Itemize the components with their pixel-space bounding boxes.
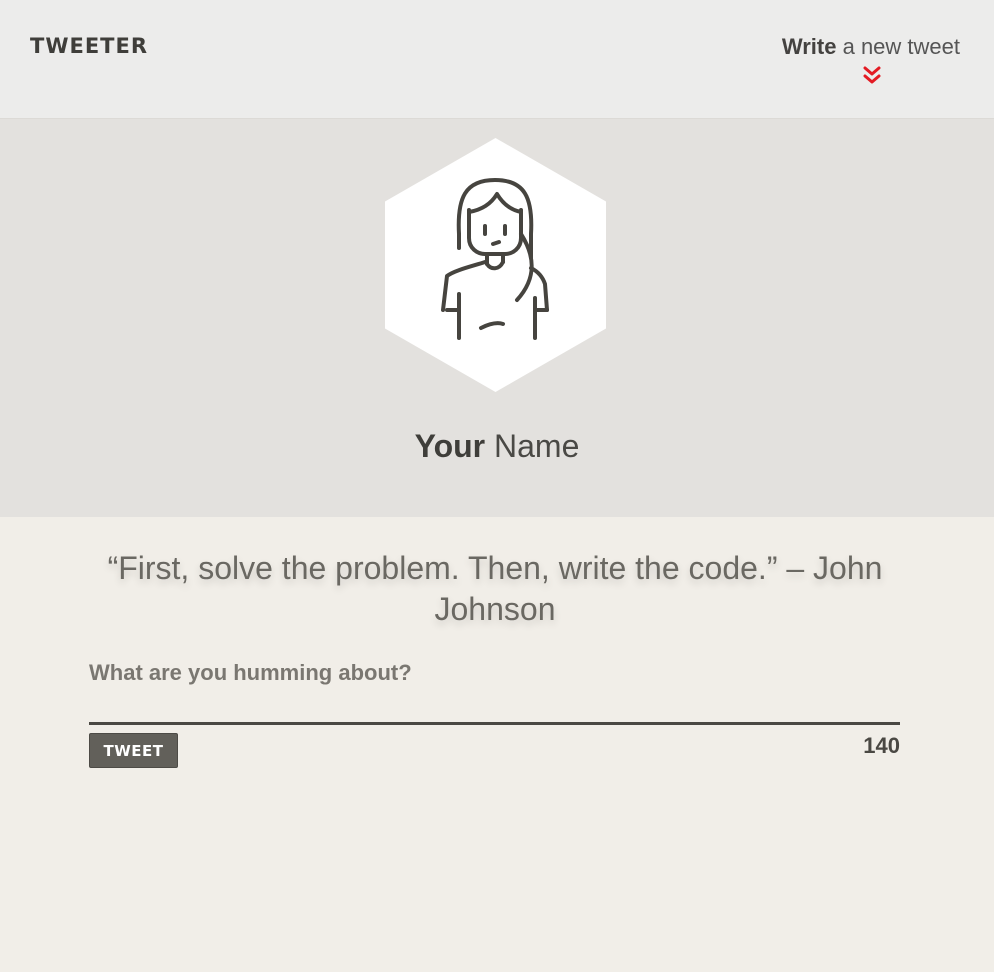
write-link-strong: Write <box>781 34 837 59</box>
write-link-light: a new tweet <box>836 34 960 59</box>
double-chevron-down-icon[interactable] <box>863 66 881 86</box>
composer-label: What are you humming about? <box>89 660 412 685</box>
profile-name: Your Name <box>0 428 994 465</box>
logo[interactable]: TWEETER <box>30 34 148 58</box>
profile-name-light: Name <box>485 428 580 464</box>
write-new-tweet-link[interactable]: Write a new tweet <box>782 34 960 60</box>
tweet-textarea[interactable] <box>89 692 900 725</box>
profile-name-strong: Your <box>414 428 486 464</box>
top-bar: TWEETER Write a new tweet <box>0 0 994 119</box>
profile-quote: “First, solve the problem. Then, write t… <box>107 550 883 627</box>
char-counter: 140 <box>863 733 900 758</box>
avatar <box>385 138 606 392</box>
tweet-button[interactable]: TWEET <box>89 733 178 768</box>
